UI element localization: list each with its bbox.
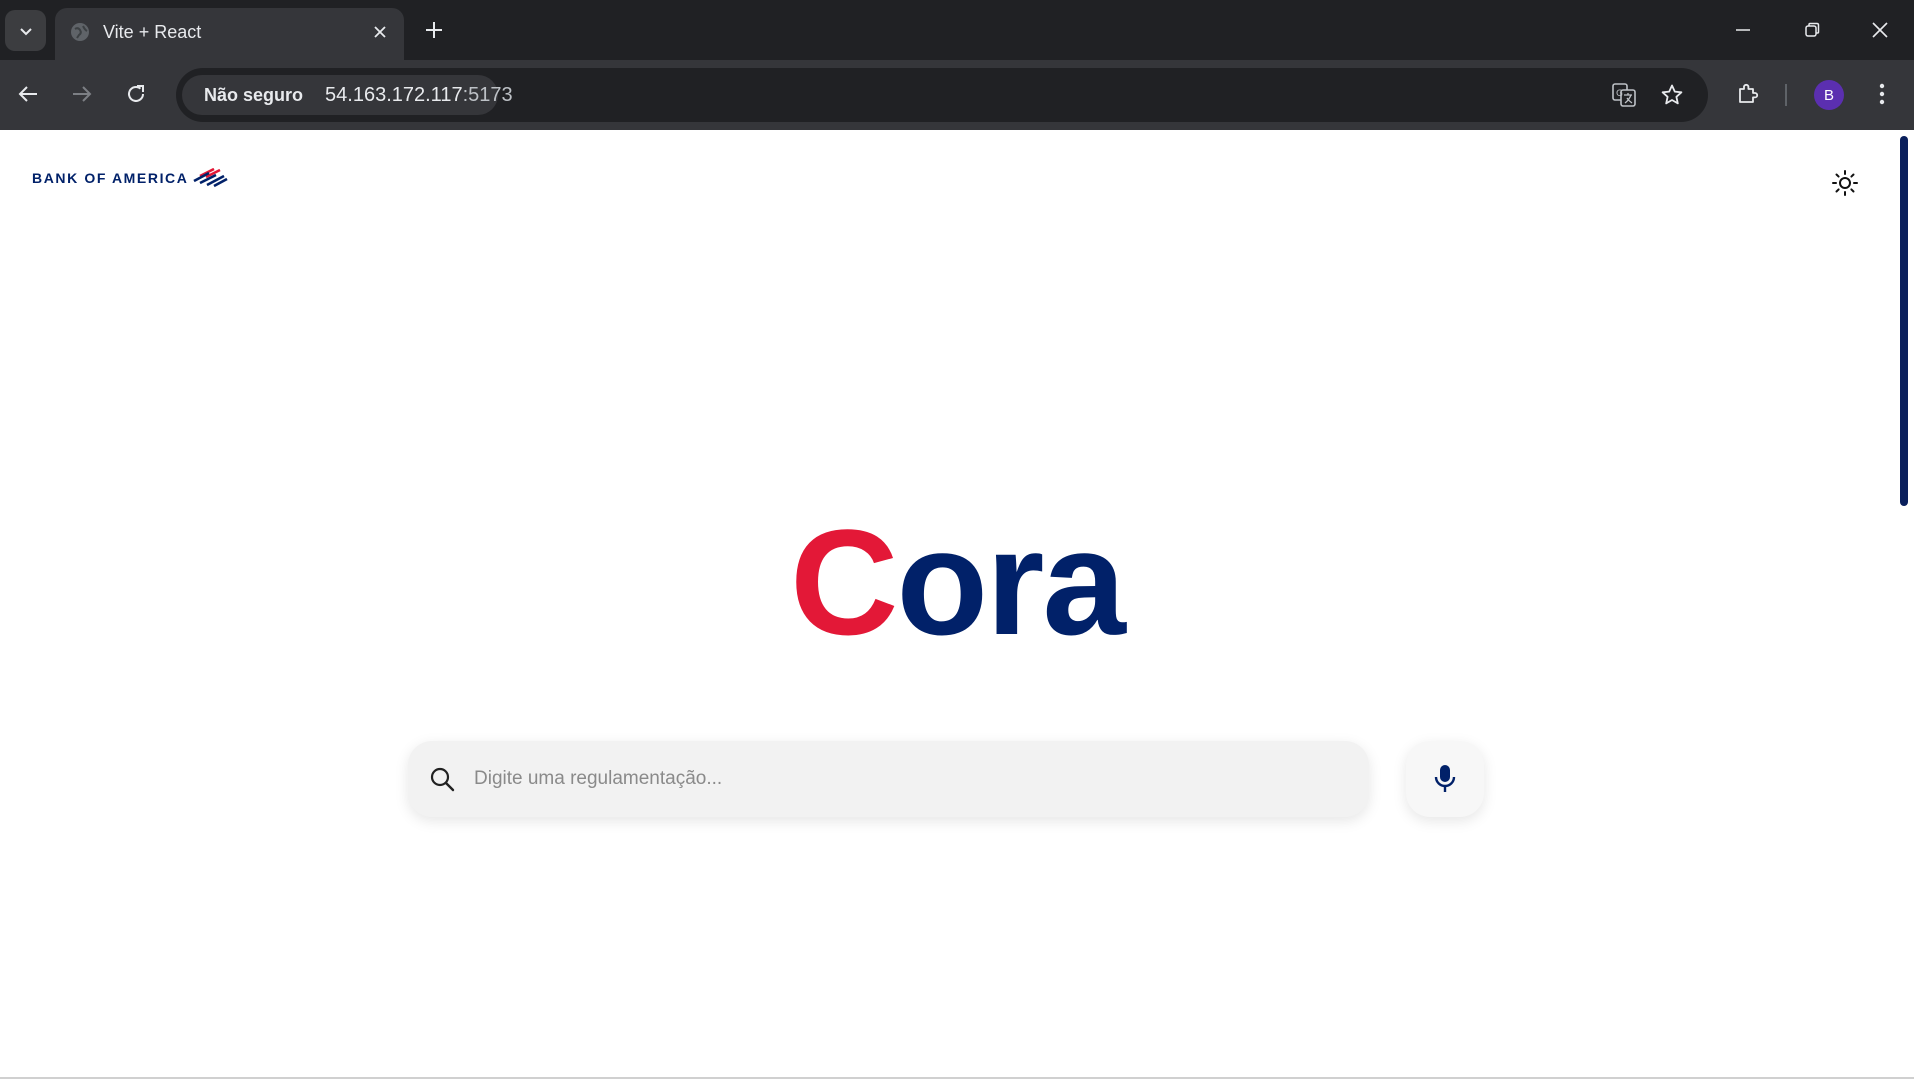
minimize-button[interactable]	[1721, 8, 1765, 52]
microphone-icon	[1434, 765, 1456, 792]
url-text: 54.163.172.117:5173	[325, 84, 513, 107]
arrow-right-icon	[73, 86, 92, 102]
arrow-left-icon	[18, 86, 37, 102]
toolbar-divider	[1785, 84, 1787, 106]
theme-toggle-button[interactable]	[1828, 166, 1862, 200]
plus-icon	[426, 22, 442, 38]
flag-logo-icon	[193, 168, 229, 188]
new-tab-button[interactable]	[418, 14, 450, 46]
browser-tab[interactable]: Vite + React	[55, 8, 404, 60]
browser-toolbar: Não seguro 54.163.172.117:5173 G B	[0, 60, 1914, 130]
search-bar	[408, 741, 1369, 817]
tab-search-button[interactable]	[5, 10, 46, 51]
voice-search-button[interactable]	[1406, 741, 1484, 817]
site-security-chip[interactable]: Não seguro 54.163.172.117:5173	[182, 75, 513, 115]
globe-icon	[71, 23, 89, 41]
app-title-first-letter: C	[790, 498, 898, 666]
logo-text: BANK OF AMERICA	[32, 170, 189, 186]
translate-button[interactable]: G	[1604, 75, 1644, 115]
app-title-rest: ora	[896, 498, 1125, 666]
extensions-button[interactable]	[1726, 72, 1770, 116]
security-label: Não seguro	[204, 84, 304, 105]
app-title: Cora	[0, 502, 1914, 662]
reload-button[interactable]	[114, 72, 158, 116]
svg-text:G: G	[1616, 89, 1623, 99]
translate-icon: G	[1612, 83, 1636, 107]
tab-title: Vite + React	[103, 22, 202, 42]
close-icon	[374, 26, 386, 38]
restore-icon	[1805, 22, 1820, 37]
chevron-down-icon	[19, 27, 32, 35]
puzzle-icon	[1739, 83, 1759, 103]
restore-button[interactable]	[1790, 8, 1834, 52]
browser-menu-button[interactable]	[1860, 72, 1904, 116]
search-input[interactable]	[472, 755, 1342, 803]
profile-avatar[interactable]: B	[1814, 80, 1844, 110]
close-icon	[1872, 22, 1888, 38]
tab-close-button[interactable]	[368, 20, 392, 44]
url-host: 54.163.172.117	[325, 83, 463, 106]
scrollbar-thumb[interactable]	[1900, 136, 1908, 506]
bank-logo[interactable]: BANK OF AMERICA	[32, 166, 229, 190]
url-port: :5173	[462, 83, 513, 106]
browser-tabstrip: Vite + React	[0, 0, 1914, 60]
minimize-icon	[1736, 29, 1750, 31]
star-icon	[1661, 84, 1683, 105]
reload-icon	[128, 85, 144, 102]
back-button[interactable]	[6, 72, 50, 116]
address-bar[interactable]: Não seguro 54.163.172.117:5173 G	[176, 68, 1708, 122]
more-vertical-icon	[1879, 83, 1885, 105]
sun-icon	[1832, 170, 1858, 196]
bookmark-button[interactable]	[1652, 75, 1692, 115]
forward-button[interactable]	[60, 72, 104, 116]
window-close-button[interactable]	[1858, 8, 1902, 52]
search-icon	[430, 767, 455, 792]
page-viewport: BANK OF AMERICA Cora	[0, 130, 1914, 1079]
